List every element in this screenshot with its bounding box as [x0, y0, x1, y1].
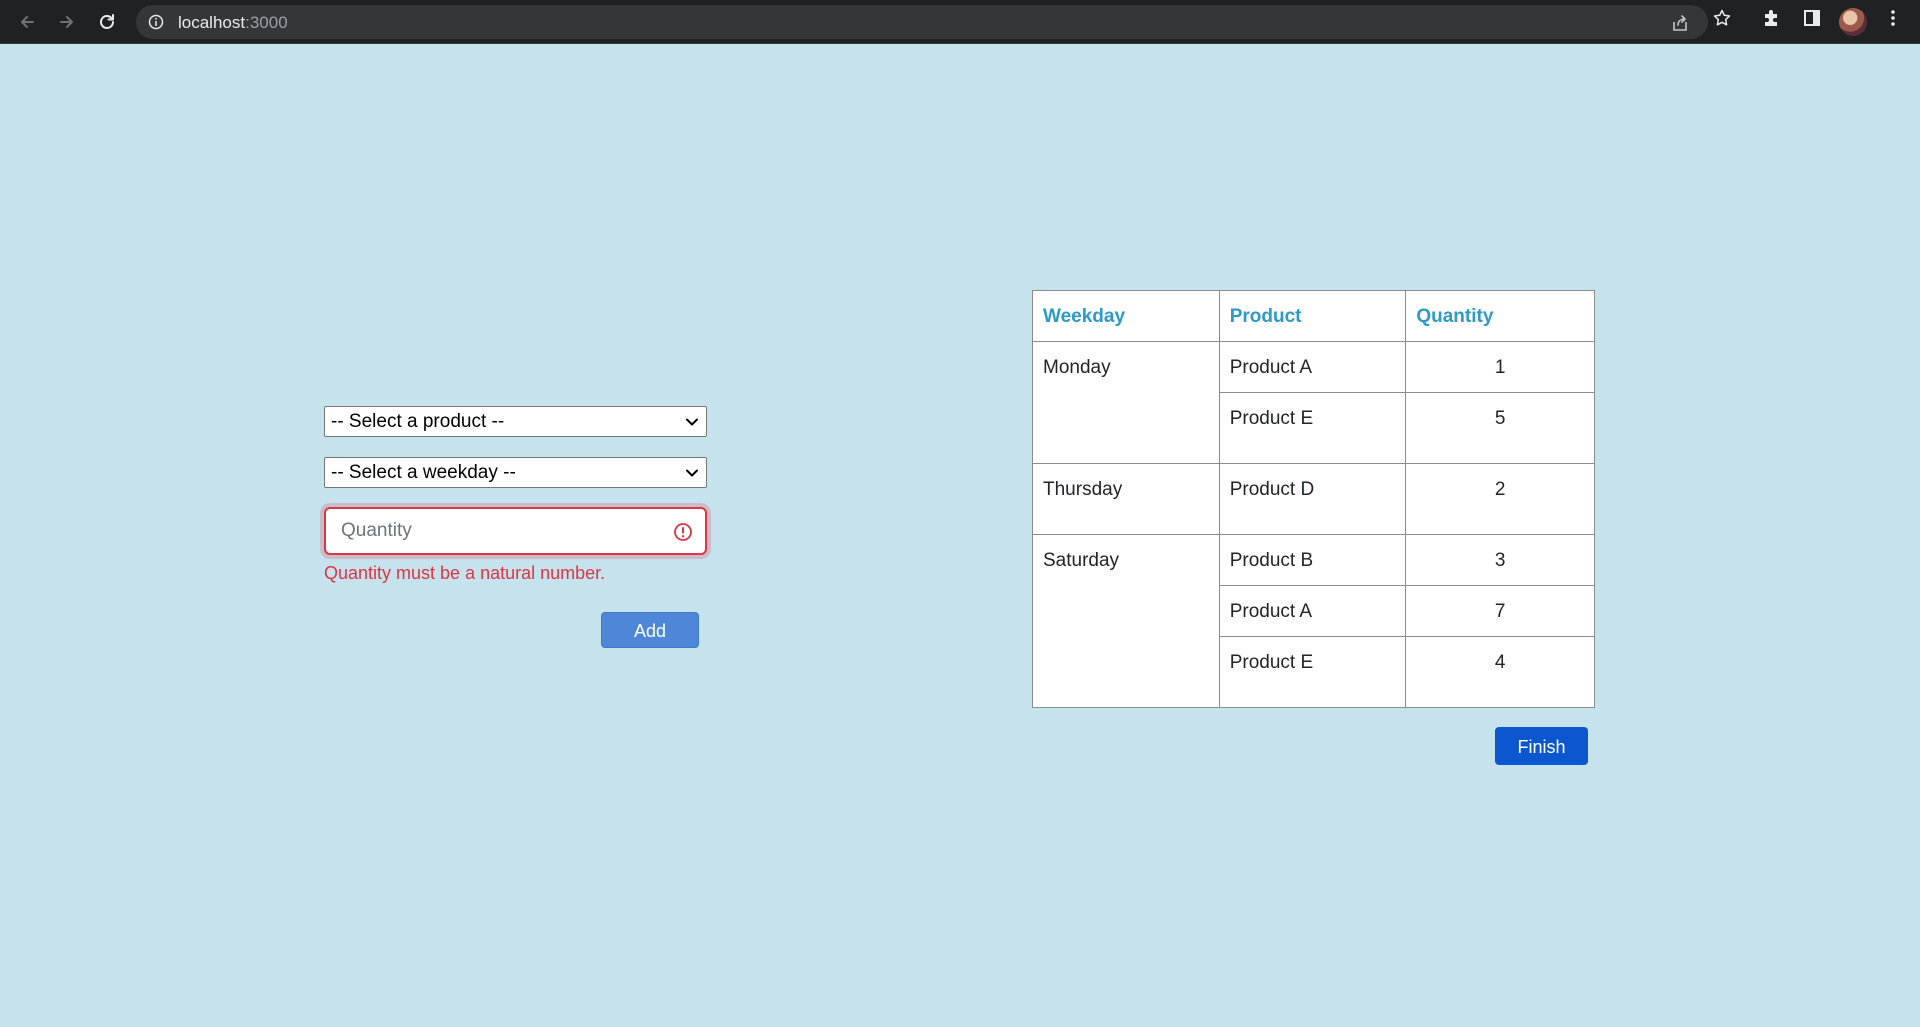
orders-table: Weekday Product Quantity Monday Product … — [1032, 290, 1595, 708]
arrow-left-icon — [21, 16, 34, 28]
quantity-input[interactable] — [326, 509, 705, 553]
quantity-cell: 5 — [1405, 392, 1595, 464]
browser-menu-button[interactable] — [1882, 7, 1904, 29]
add-button[interactable]: Add — [601, 612, 699, 648]
quantity-cell: 3 — [1405, 534, 1595, 586]
header-weekday: Weekday — [1032, 290, 1220, 342]
quantity-field — [324, 507, 707, 555]
header-product: Product — [1218, 290, 1407, 342]
quantity-error-message: Quantity must be a natural number. — [324, 563, 606, 583]
url-port: :3000 — [245, 13, 288, 32]
weekday-cell: Monday — [1032, 341, 1220, 464]
arrow-right-icon — [60, 16, 73, 28]
product-select-value: -- Select a product -- — [331, 411, 505, 432]
finish-button[interactable]: Finish — [1495, 727, 1588, 765]
back-button[interactable] — [12, 7, 42, 37]
share-icon — [1673, 15, 1687, 31]
product-cell: Product B — [1218, 534, 1407, 586]
forward-button[interactable] — [52, 7, 82, 37]
quantity-cell: 4 — [1405, 636, 1595, 708]
weekday-cell: Saturday — [1032, 534, 1220, 708]
reload-button[interactable] — [92, 7, 122, 37]
table-row: Monday Product A 1 — [1032, 341, 1595, 464]
table-header-row: Weekday Product Quantity — [1032, 290, 1595, 342]
reload-icon — [100, 14, 114, 29]
product-cell: Product E — [1218, 392, 1407, 464]
weekday-select[interactable]: -- Select a weekday -- — [324, 457, 707, 488]
share-button[interactable] — [1669, 12, 1691, 34]
more-vertical-icon — [1891, 10, 1895, 26]
product-cell: Product E — [1218, 636, 1407, 708]
chevron-down-icon — [686, 418, 698, 426]
header-quantity: Quantity — [1405, 290, 1595, 342]
product-select[interactable]: -- Select a product -- — [324, 406, 707, 437]
browser-toolbar: localhost:3000 — [0, 0, 1920, 44]
product-cell: Product A — [1218, 341, 1407, 393]
product-cell: Product D — [1218, 463, 1407, 535]
quantity-cell: 2 — [1405, 463, 1595, 535]
quantity-cell: 1 — [1405, 341, 1595, 393]
chevron-down-icon — [686, 469, 698, 477]
quantity-cell: 7 — [1405, 585, 1595, 637]
profile-avatar[interactable] — [1839, 8, 1867, 36]
side-panel-button[interactable] — [1801, 7, 1823, 29]
site-info-icon[interactable] — [148, 14, 164, 30]
table-row: Saturday Product B 3 — [1032, 534, 1595, 708]
weekday-cell: Thursday — [1032, 463, 1220, 535]
puzzle-icon — [1765, 10, 1777, 26]
weekday-select-value: -- Select a weekday -- — [331, 462, 516, 483]
url-text: localhost:3000 — [178, 13, 288, 33]
product-cell: Product A — [1218, 585, 1407, 637]
extensions-button[interactable] — [1761, 7, 1783, 29]
url-host: localhost — [178, 13, 246, 32]
table-row: Thursday Product D 2 — [1032, 463, 1595, 535]
bookmark-button[interactable] — [1711, 7, 1733, 29]
side-panel-icon — [1804, 10, 1820, 26]
address-bar[interactable]: localhost:3000 — [136, 5, 1708, 39]
error-icon — [674, 523, 692, 541]
star-icon — [1713, 9, 1731, 26]
